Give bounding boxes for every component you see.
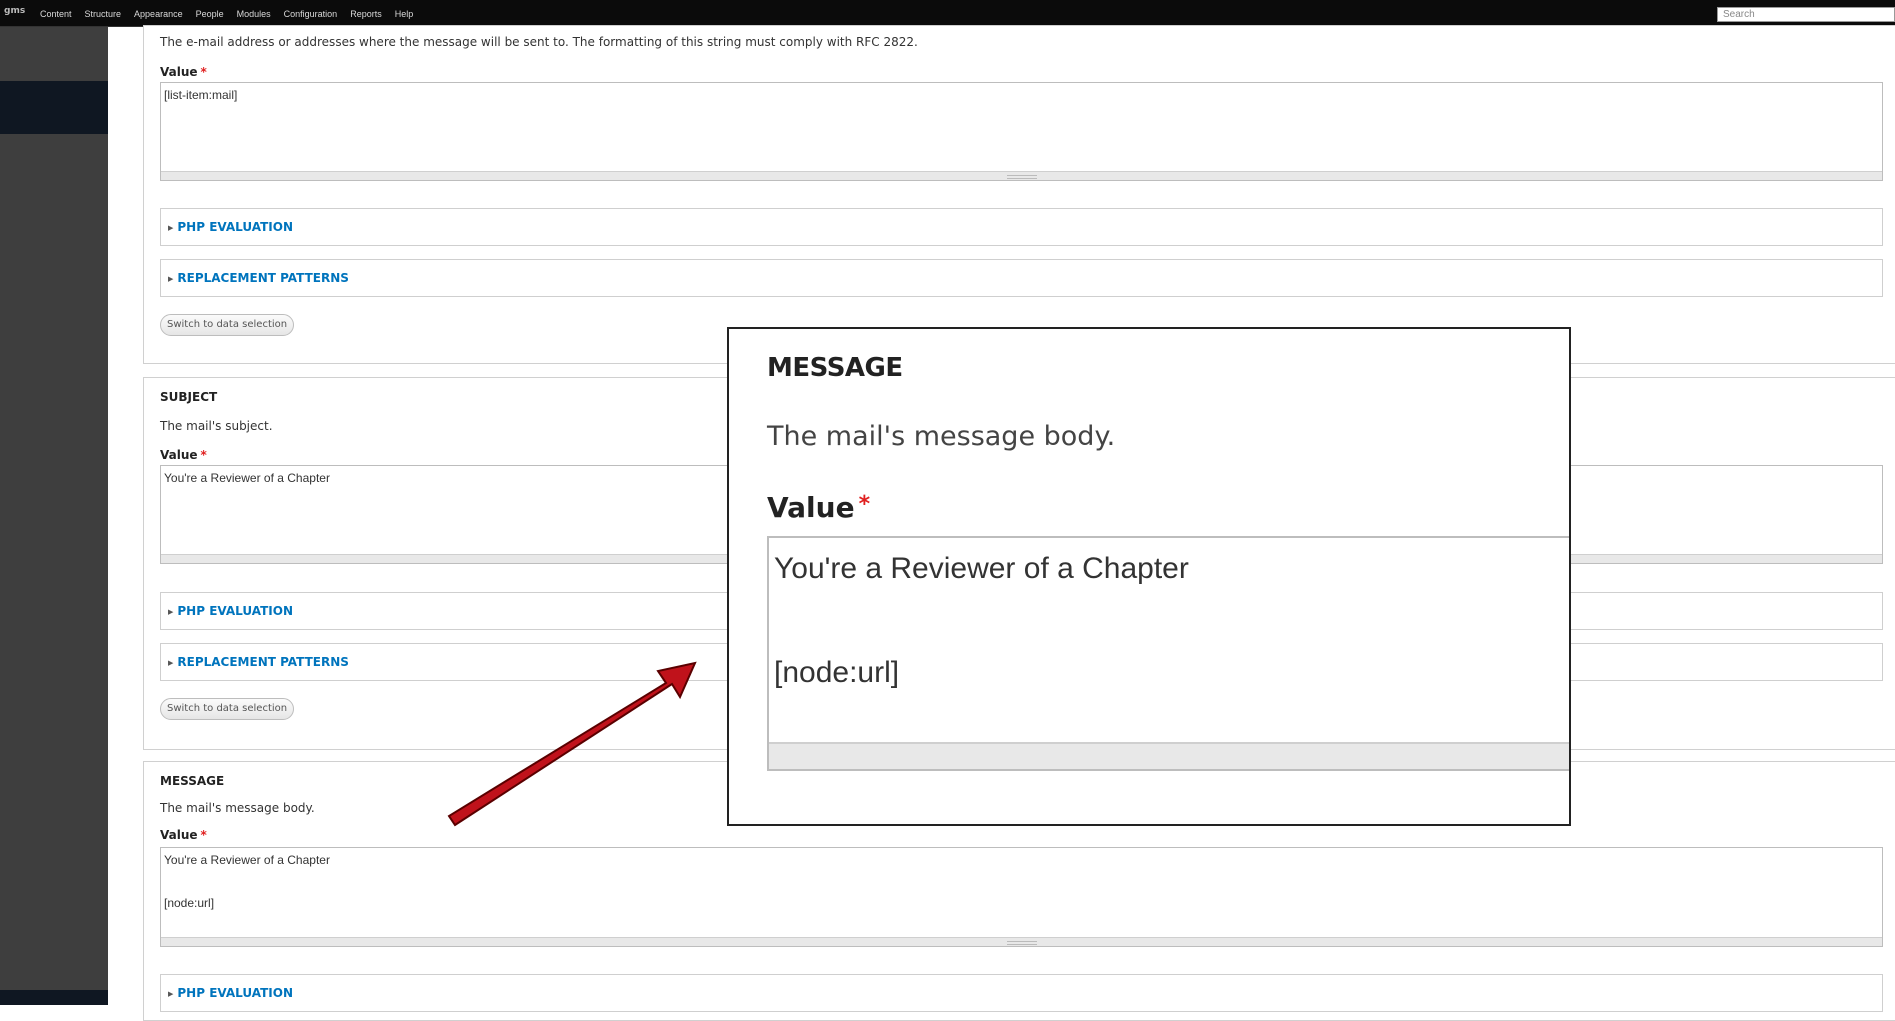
subject-switch-data-selection-button[interactable]: Switch to data selection — [160, 698, 295, 720]
message-value-line2: [node:url] — [164, 896, 215, 910]
sidebar — [0, 27, 108, 1005]
menu-item-structure[interactable]: Structure — [85, 9, 122, 19]
callout-resize-grip — [769, 742, 1569, 769]
to-replacement-patterns-toggle[interactable]: ▶ REPLACEMENT PATTERNS — [168, 271, 349, 285]
menu-item-appearance[interactable]: Appearance — [134, 9, 183, 19]
message-php-evaluation-fieldset[interactable]: ▶ PHP EVALUATION — [160, 974, 1883, 1012]
callout-value-label: Value * — [767, 491, 871, 524]
menu-item-reports[interactable]: Reports — [350, 9, 382, 19]
triangle-right-icon: ▶ — [168, 275, 174, 283]
menu-item-modules[interactable]: Modules — [237, 9, 271, 19]
sidebar-bottom-item[interactable] — [0, 990, 108, 1005]
message-title: MESSAGE — [160, 774, 225, 788]
message-value-label: Value * — [160, 828, 207, 842]
subject-value-label: Value * — [160, 448, 207, 462]
callout-value-textarea: You're a Reviewer of a Chapter [node:url… — [767, 536, 1569, 771]
sidebar-active-item[interactable] — [0, 81, 108, 134]
to-php-evaluation-toggle[interactable]: ▶ PHP EVALUATION — [168, 220, 293, 234]
subject-value-text: You're a Reviewer of a Chapter — [164, 471, 330, 485]
site-logo[interactable]: gms — [4, 6, 25, 16]
to-value-text: [list-item:mail] — [164, 88, 238, 102]
to-php-evaluation-fieldset[interactable]: ▶ PHP EVALUATION — [160, 208, 1883, 246]
menu-item-people[interactable]: People — [196, 9, 224, 19]
toolbar-menu: Content Structure Appearance People Modu… — [40, 0, 426, 27]
callout-title: MESSAGE — [767, 353, 903, 383]
search-input[interactable]: Search — [1717, 7, 1895, 22]
menu-item-configuration[interactable]: Configuration — [284, 9, 338, 19]
callout-description: The mail's message body. — [767, 421, 1116, 452]
subject-description: The mail's subject. — [160, 419, 273, 433]
message-description: The mail's message body. — [160, 801, 315, 815]
to-switch-data-selection-button[interactable]: Switch to data selection — [160, 314, 295, 336]
to-panel: The e-mail address or addresses where th… — [143, 25, 1895, 364]
to-description: The e-mail address or addresses where th… — [160, 35, 918, 49]
menu-item-help[interactable]: Help — [395, 9, 414, 19]
triangle-right-icon: ▶ — [168, 990, 174, 998]
textarea-resize-grip[interactable] — [161, 171, 1882, 180]
subject-title: SUBJECT — [160, 390, 218, 404]
subject-replacement-patterns-toggle[interactable]: ▶ REPLACEMENT PATTERNS — [168, 655, 349, 669]
triangle-right-icon: ▶ — [168, 659, 174, 667]
subject-php-evaluation-toggle[interactable]: ▶ PHP EVALUATION — [168, 604, 293, 618]
message-php-evaluation-toggle[interactable]: ▶ PHP EVALUATION — [168, 986, 293, 1000]
textarea-resize-grip[interactable] — [161, 937, 1882, 946]
admin-toolbar: gms Content Structure Appearance People … — [0, 0, 1895, 27]
to-value-label: Value * — [160, 65, 207, 79]
callout-value-line2: [node:url] — [774, 656, 900, 689]
triangle-right-icon: ▶ — [168, 224, 174, 232]
to-value-textarea[interactable]: [list-item:mail] — [160, 82, 1883, 181]
message-value-textarea[interactable]: You're a Reviewer of a Chapter [node:url… — [160, 847, 1883, 947]
triangle-right-icon: ▶ — [168, 608, 174, 616]
menu-item-content[interactable]: Content — [40, 9, 72, 19]
message-value-line1: You're a Reviewer of a Chapter — [164, 853, 330, 867]
zoom-callout: MESSAGE The mail's message body. Value * … — [727, 327, 1571, 826]
to-replacement-patterns-fieldset[interactable]: ▶ REPLACEMENT PATTERNS — [160, 259, 1883, 297]
callout-value-line1: You're a Reviewer of a Chapter — [774, 552, 1189, 585]
